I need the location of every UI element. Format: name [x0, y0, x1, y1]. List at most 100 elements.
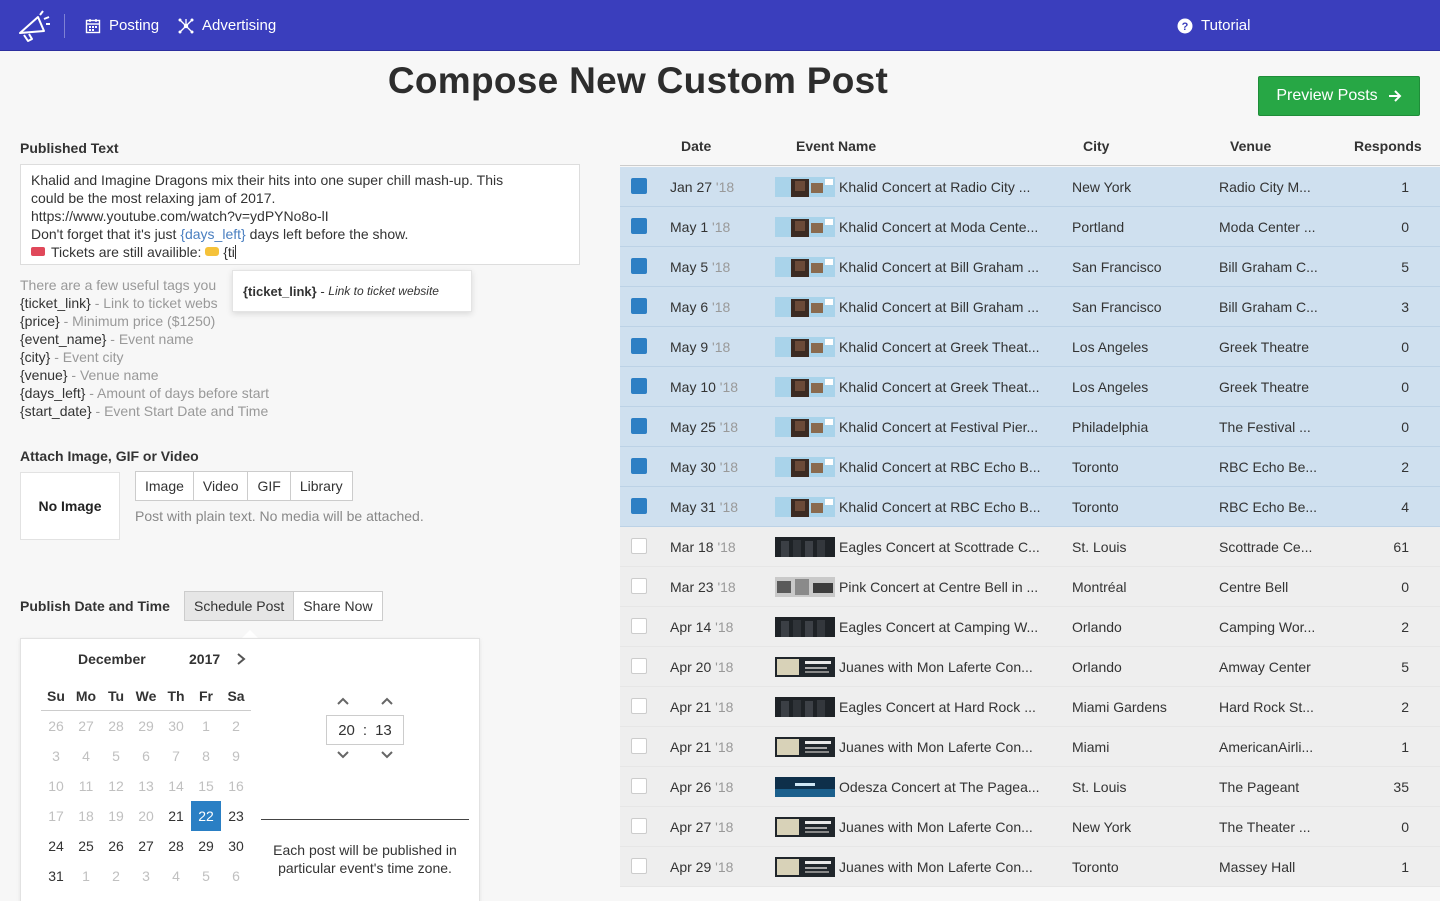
calendar-month[interactable]: December	[78, 651, 146, 667]
checkbox-checked[interactable]	[631, 338, 647, 354]
table-row[interactable]: May 6 '18 Khalid Concert at Bill Graham .…	[620, 287, 1440, 327]
calendar-day[interactable]: 26	[101, 831, 131, 861]
table-row[interactable]: Apr 26 '18 Odesza Concert at The Pagea...…	[620, 767, 1440, 807]
calendar-year[interactable]: 2017	[189, 651, 220, 667]
calendar-day[interactable]: 5	[101, 741, 131, 771]
table-row[interactable]: Mar 18 '18 Eagles Concert at Scottrade C.…	[620, 527, 1440, 567]
header-venue[interactable]: Venue	[1230, 138, 1271, 154]
video-button[interactable]: Video	[194, 472, 249, 500]
published-text-editor[interactable]: Khalid and Imagine Dragons mix their hit…	[20, 164, 580, 265]
calendar-day[interactable]: 1	[71, 861, 101, 891]
preview-posts-button[interactable]: Preview Posts	[1258, 76, 1420, 116]
hour-field[interactable]: 20	[338, 722, 355, 739]
gif-button[interactable]: GIF	[248, 472, 291, 500]
calendar-day[interactable]: 20	[131, 801, 161, 831]
table-row[interactable]: Jan 27 '18 Khalid Concert at Radio City .…	[620, 167, 1440, 207]
calendar-day[interactable]: 4	[161, 861, 191, 891]
calendar-day[interactable]: 29	[131, 711, 161, 741]
calendar-day[interactable]: 23	[221, 801, 251, 831]
calendar-day[interactable]: 2	[221, 711, 251, 741]
table-row[interactable]: Apr 21 '18 Juanes with Mon Laferte Con...…	[620, 727, 1440, 767]
checkbox-checked[interactable]	[631, 298, 647, 314]
calendar-day[interactable]: 18	[71, 801, 101, 831]
table-row[interactable]: May 10 '18 Khalid Concert at Greek Theat.…	[620, 367, 1440, 407]
chevron-right-icon[interactable]	[235, 652, 247, 666]
table-row[interactable]: Apr 14 '18 Eagles Concert at Camping W...…	[620, 607, 1440, 647]
share-now-button[interactable]: Share Now	[294, 592, 381, 620]
calendar-day[interactable]: 27	[71, 711, 101, 741]
checkbox[interactable]	[631, 778, 647, 794]
calendar-day[interactable]: 28	[101, 711, 131, 741]
table-row[interactable]: May 30 '18 Khalid Concert at RBC Echo B..…	[620, 447, 1440, 487]
minute-field[interactable]: 13	[375, 722, 392, 739]
calendar-day[interactable]: 14	[161, 771, 191, 801]
calendar-day[interactable]: 30	[161, 711, 191, 741]
calendar-day[interactable]: 31	[41, 861, 71, 891]
checkbox[interactable]	[631, 818, 647, 834]
checkbox-checked[interactable]	[631, 378, 647, 394]
minute-down-chevron-icon[interactable]	[381, 751, 393, 759]
checkbox-checked[interactable]	[631, 498, 647, 514]
minute-up-chevron-icon[interactable]	[381, 697, 393, 705]
checkbox[interactable]	[631, 738, 647, 754]
calendar-day[interactable]: 26	[41, 711, 71, 741]
library-button[interactable]: Library	[291, 472, 352, 500]
calendar-day[interactable]: 27	[131, 831, 161, 861]
calendar-day[interactable]: 3	[41, 741, 71, 771]
checkbox-checked[interactable]	[631, 458, 647, 474]
checkbox[interactable]	[631, 618, 647, 634]
checkbox-checked[interactable]	[631, 178, 647, 194]
calendar-day[interactable]: 25	[71, 831, 101, 861]
table-row[interactable]: Mar 23 '18 Pink Concert at Centre Bell in…	[620, 567, 1440, 607]
nav-posting[interactable]: Posting	[85, 0, 159, 51]
checkbox-checked[interactable]	[631, 418, 647, 434]
calendar-day-selected[interactable]: 22	[191, 801, 221, 831]
table-row[interactable]: Apr 20 '18 Juanes with Mon Laferte Con...…	[620, 647, 1440, 687]
megaphone-logo-icon[interactable]	[16, 9, 52, 43]
calendar-day[interactable]: 10	[41, 771, 71, 801]
header-date[interactable]: Date	[681, 138, 711, 154]
calendar-day[interactable]: 17	[41, 801, 71, 831]
calendar-day[interactable]: 9	[221, 741, 251, 771]
header-city[interactable]: City	[1083, 138, 1109, 154]
hour-down-chevron-icon[interactable]	[337, 751, 349, 759]
checkbox[interactable]	[631, 658, 647, 674]
calendar-day[interactable]: 3	[131, 861, 161, 891]
table-row[interactable]: Apr 27 '18 Juanes with Mon Laferte Con...…	[620, 807, 1440, 847]
checkbox[interactable]	[631, 538, 647, 554]
calendar-day[interactable]: 4	[71, 741, 101, 771]
calendar-day[interactable]: 8	[191, 741, 221, 771]
calendar-day[interactable]: 2	[101, 861, 131, 891]
calendar-day[interactable]: 28	[161, 831, 191, 861]
calendar-day[interactable]: 12	[101, 771, 131, 801]
schedule-post-button[interactable]: Schedule Post	[185, 592, 295, 620]
calendar-day[interactable]: 11	[71, 771, 101, 801]
calendar-day[interactable]: 13	[131, 771, 161, 801]
calendar-day[interactable]: 6	[221, 861, 251, 891]
checkbox[interactable]	[631, 698, 647, 714]
table-row[interactable]: May 31 '18 Khalid Concert at RBC Echo B..…	[620, 487, 1440, 527]
table-row[interactable]: Apr 29 '18 Juanes with Mon Laferte Con...…	[620, 847, 1440, 887]
hour-up-chevron-icon[interactable]	[337, 697, 349, 705]
calendar-day[interactable]: 19	[101, 801, 131, 831]
calendar-day[interactable]: 1	[191, 711, 221, 741]
calendar-day[interactable]: 6	[131, 741, 161, 771]
calendar-day[interactable]: 29	[191, 831, 221, 861]
nav-tutorial[interactable]: ? Tutorial	[1177, 0, 1250, 51]
nav-advertising[interactable]: Advertising	[178, 0, 276, 51]
header-responds[interactable]: Responds	[1354, 138, 1422, 154]
checkbox-checked[interactable]	[631, 258, 647, 274]
image-button[interactable]: Image	[136, 472, 194, 500]
header-event-name[interactable]: Event Name	[796, 138, 876, 154]
table-row[interactable]: May 25 '18 Khalid Concert at Festival Pie…	[620, 407, 1440, 447]
calendar-day[interactable]: 7	[161, 741, 191, 771]
calendar-day[interactable]: 15	[191, 771, 221, 801]
calendar-day[interactable]: 5	[191, 861, 221, 891]
calendar-day[interactable]: 24	[41, 831, 71, 861]
table-row[interactable]: May 5 '18 Khalid Concert at Bill Graham .…	[620, 247, 1440, 287]
checkbox[interactable]	[631, 858, 647, 874]
calendar-day[interactable]: 30	[221, 831, 251, 861]
checkbox[interactable]	[631, 578, 647, 594]
calendar-day[interactable]: 16	[221, 771, 251, 801]
checkbox-checked[interactable]	[631, 218, 647, 234]
